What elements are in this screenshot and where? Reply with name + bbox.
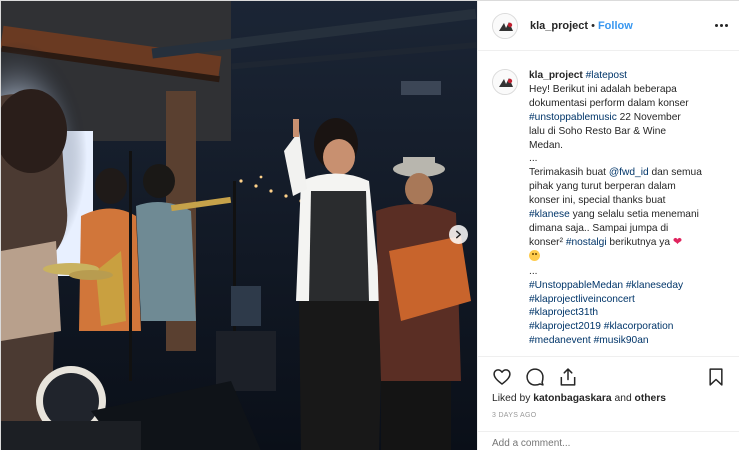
caption-line: lalu di Soho Resto Bar & Wine	[529, 125, 667, 137]
caption-text-segment: 22 November	[616, 111, 681, 123]
caption-line: konser² #nostalgi berikutnya ya ❤	[529, 236, 725, 250]
likes-others-link[interactable]: others	[635, 393, 666, 404]
post-side-panel: kla_project • Follow kla_project #latepo…	[477, 1, 739, 450]
chevron-right-icon	[455, 230, 462, 239]
hashtag-link[interactable]: #klacorporation	[604, 321, 674, 332]
caption-line: #klaproject31th	[529, 306, 725, 320]
caption-comment: kla_project #latepost Hey! Berikut ini a…	[492, 69, 732, 348]
bookmark-icon[interactable]	[706, 367, 726, 387]
hashtag-link[interactable]: #klaneseday	[626, 280, 683, 291]
hashtag-link[interactable]: #klaprojectliveinconcert	[529, 294, 635, 305]
caption-line: #UnstoppableMedan #klaneseday	[529, 279, 725, 293]
share-icon[interactable]	[558, 367, 578, 387]
hashtag-link[interactable]: #nostalgi	[566, 237, 607, 248]
caption-line: Terimakasih buat @fwd_id dan semua	[529, 166, 725, 180]
likes-prefix: Liked by	[492, 393, 534, 404]
hashtag-link[interactable]: #medanevent	[529, 335, 591, 346]
caption-line: #klaprojectliveinconcert	[529, 293, 725, 307]
liked-by-user-link[interactable]: katonbagaskara	[533, 393, 611, 404]
follow-button[interactable]: Follow	[598, 20, 633, 32]
hashtag-link[interactable]: #musik90an	[594, 335, 649, 346]
caption-line	[529, 249, 725, 265]
caption-text-segment: dan semua	[648, 167, 702, 179]
post-username[interactable]: kla_project	[530, 20, 588, 32]
caption-line: #medanevent #musik90an	[529, 334, 725, 348]
separator-dot: •	[591, 19, 595, 32]
caption-text: kla_project #latepost Hey! Berikut ini a…	[529, 69, 725, 348]
caption-line: #unstoppablemusic 22 November	[529, 111, 725, 125]
concert-photo-illustration	[1, 1, 477, 450]
carousel-next-button[interactable]	[449, 225, 468, 244]
hashtag-link[interactable]: #latepost	[586, 70, 627, 81]
caption-line: ...	[529, 265, 538, 277]
post-photo[interactable]	[1, 1, 477, 450]
dot	[725, 24, 728, 27]
heart-outline-icon[interactable]	[492, 367, 512, 387]
caption-line: Medan.	[529, 139, 563, 151]
caption-line: #klanese yang selalu setia menemani	[529, 208, 725, 222]
post-timestamp[interactable]: 3 DAYS AGO	[492, 412, 537, 419]
comment-input[interactable]	[492, 438, 712, 449]
caption-username[interactable]: kla_project	[529, 70, 583, 81]
kla-logo-icon	[493, 70, 517, 94]
divider	[478, 356, 739, 357]
caption-line: dokumentasi perform dalam konser	[529, 97, 689, 109]
likes-and: and	[611, 393, 635, 404]
caption-line: konser ini, special thanks buat	[529, 195, 666, 207]
red-heart-emoji-icon: ❤	[672, 235, 683, 248]
hashtag-link[interactable]: #klaproject31th	[529, 307, 598, 318]
hashtag-link[interactable]: #klaproject2019	[529, 321, 601, 332]
caption-line: kla_project #latepost	[529, 69, 725, 83]
caption-line: #klaproject2019 #klacorporation	[529, 320, 725, 334]
likes-summary: Liked by katonbagaskara and others	[492, 393, 666, 404]
caption-line: Hey! Berikut ini adalah beberapa	[529, 83, 677, 95]
instagram-post: kla_project • Follow kla_project #latepo…	[0, 0, 739, 450]
caption-text-segment: konser²	[529, 236, 566, 248]
caption-line: dimana saja.. Sampai jumpa di	[529, 222, 669, 234]
caption-line: ...	[529, 153, 538, 165]
divider	[478, 431, 739, 432]
comment-bubble-icon[interactable]	[525, 367, 545, 387]
more-options-icon[interactable]	[711, 20, 728, 31]
hashtag-link[interactable]: #unstoppablemusic	[529, 112, 617, 123]
avatar[interactable]	[492, 69, 518, 95]
dot	[715, 24, 718, 27]
smiling-face-emoji-icon	[529, 249, 540, 261]
post-header: kla_project • Follow	[478, 1, 739, 51]
caption-text-segment: yang selalu setia menemani	[569, 209, 699, 221]
dot	[720, 24, 723, 27]
kla-logo-icon	[493, 13, 517, 38]
hashtag-link[interactable]: #UnstoppableMedan	[529, 280, 623, 291]
caption-text-segment: Terimakasih buat	[529, 167, 609, 179]
mention-link[interactable]: @fwd_id	[609, 167, 649, 178]
hashtag-link[interactable]: #klanese	[529, 209, 570, 220]
caption-line: pihak yang turut berperan dalam	[529, 181, 676, 193]
action-bar	[492, 366, 726, 388]
avatar[interactable]	[492, 12, 518, 39]
caption-text-segment: berikutnya ya	[606, 236, 673, 248]
